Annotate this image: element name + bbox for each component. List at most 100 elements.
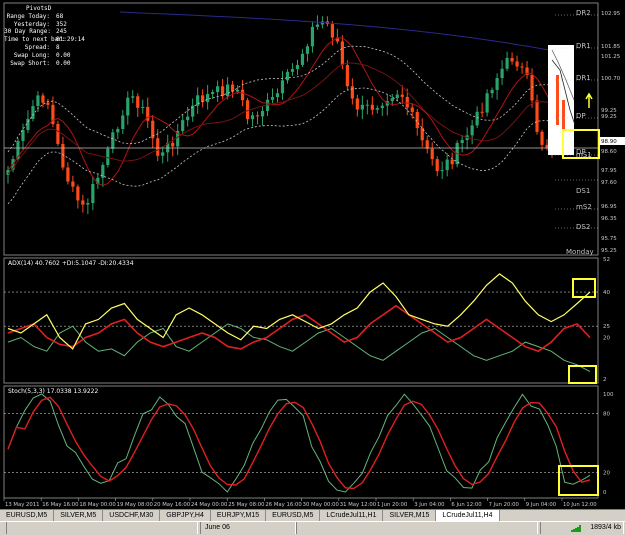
highlight-box-adx-bottom [568, 365, 597, 384]
candle-body [395, 94, 399, 99]
candle-body [505, 58, 509, 69]
candle-body [275, 93, 280, 98]
candle-body [260, 110, 265, 117]
candle-body [365, 104, 369, 106]
candle-body [315, 24, 320, 27]
candle-body [490, 89, 494, 94]
candle-body [470, 125, 474, 136]
pivots-info-panel: PivotsD Range Today: 68 Yesterday: 352 30 … [4, 5, 90, 67]
price-axis-label: 101.85 [601, 44, 621, 50]
time-axis-label: 6 Jun 12:00 [451, 502, 482, 508]
info-value: 245 [56, 28, 67, 36]
candle-body [345, 65, 349, 87]
price-axis-label: 96.95 [601, 204, 617, 210]
candle-body [66, 167, 70, 182]
stoch-pane-frame [3, 385, 599, 499]
adx-axis-label: 52 [603, 257, 610, 263]
time-axis-label: 31 May 12:00 [340, 502, 377, 508]
time-axis-label: 30 May 00:00 [303, 502, 340, 508]
candle-body [211, 92, 215, 95]
time-axis-label: 1 Jun 20:00 [377, 502, 408, 508]
chart-area[interactable]: DR2DR1DR1DPDPmS1DS1mS2DS2Monday102.95101… [0, 0, 625, 509]
info-value: 01:29:14 [56, 36, 85, 44]
pivot-label: DR2 [576, 9, 591, 17]
stoch-axis-label: 80 [603, 412, 610, 418]
candle-body-white-zone [562, 100, 565, 130]
time-axis-label: 25 May 08:00 [228, 502, 265, 508]
candle-body [445, 159, 449, 171]
candle-body [186, 116, 190, 121]
candle-body [91, 184, 95, 204]
adx-axis-label: 20 [603, 336, 610, 342]
stoch-axis-label: 0 [603, 490, 607, 496]
candle-body [156, 138, 160, 156]
status-cell-empty-2 [296, 522, 538, 534]
pivot-label: DR1 [576, 74, 591, 82]
chart-tab[interactable]: EURUSD,M5 [0, 510, 55, 521]
candle-body [355, 98, 359, 110]
candle-body [400, 94, 404, 97]
candle-body [330, 24, 335, 38]
stoch-k-line [7, 393, 591, 493]
candle-body [235, 89, 240, 92]
candle-body [410, 107, 414, 112]
stoch-axis-label: 100 [603, 392, 614, 398]
info-value: 0.00 [56, 59, 71, 67]
time-axis-label: 20 May 16:00 [154, 502, 191, 508]
info-title: PivotsD [26, 5, 52, 12]
candle-body [480, 111, 484, 113]
candle-body [21, 129, 25, 141]
candle-body [450, 159, 454, 165]
time-axis-label: 26 May 16:00 [265, 502, 302, 508]
candle-body [500, 68, 504, 79]
status-traffic: 1893/4 kb [540, 522, 624, 534]
candle-body [56, 124, 60, 144]
candle-body [201, 95, 205, 102]
candle-body [270, 97, 275, 100]
pivot-label: Monday [566, 248, 594, 256]
info-label: Swap Short: [10, 59, 50, 67]
chart-tab[interactable]: LCrudeJul11,H1 [320, 510, 384, 521]
info-label: Range Today: [6, 12, 50, 20]
adx-label: ADX(14) 40.7602 +DI:5.1047 -DI:20.4334 [8, 260, 134, 267]
pivot-label: DR1 [576, 42, 591, 50]
candle-body [295, 64, 300, 70]
candle-body [485, 93, 489, 113]
candle-body [76, 186, 80, 201]
chart-tab[interactable]: EURUSD,M5 [266, 510, 321, 521]
candle-body [285, 71, 290, 81]
info-value: 68 [56, 12, 64, 20]
status-bar: June 06 1893/4 kb [0, 521, 625, 535]
price-axis-label: 100.70 [601, 76, 621, 82]
candle-body [460, 140, 464, 144]
chart-tab[interactable]: GBPJPY,H4 [160, 510, 211, 521]
candle-body [36, 95, 40, 107]
pivot-label: DS2 [576, 223, 590, 231]
adx-axis-label: 40 [603, 290, 610, 296]
connection-bars-icon [571, 525, 581, 532]
candle-body [305, 46, 310, 54]
candle-body [510, 58, 514, 62]
time-axis-label: 24 May 00:00 [191, 502, 228, 508]
info-label: Yesterday: [13, 20, 50, 28]
chart-tab[interactable]: EURJPY,M15 [211, 510, 267, 521]
candle-body [430, 148, 434, 160]
adx-axis-label: 2 [603, 377, 607, 383]
chart-tab-active[interactable]: LCrudeJul11,H4 [436, 510, 500, 521]
candle-body [380, 105, 384, 109]
price-axis-label: 97.95 [601, 168, 617, 174]
candle-body [495, 78, 499, 90]
moving-average-long [119, 11, 561, 53]
main-pane-frame [3, 2, 599, 256]
price-axis-label: 95.25 [601, 248, 617, 254]
price-axis-current: 98.90 [601, 139, 617, 145]
chart-tab[interactable]: SILVER,M5 [54, 510, 104, 521]
candle-body [61, 143, 65, 168]
candle-body [206, 94, 210, 102]
candle-body [280, 80, 285, 94]
info-value: 352 [56, 20, 67, 28]
candle-body [435, 159, 439, 172]
candle-body [240, 89, 245, 101]
chart-tab[interactable]: USDCHF,M30 [103, 510, 161, 521]
chart-tab[interactable]: SILVER,M15 [383, 510, 437, 521]
